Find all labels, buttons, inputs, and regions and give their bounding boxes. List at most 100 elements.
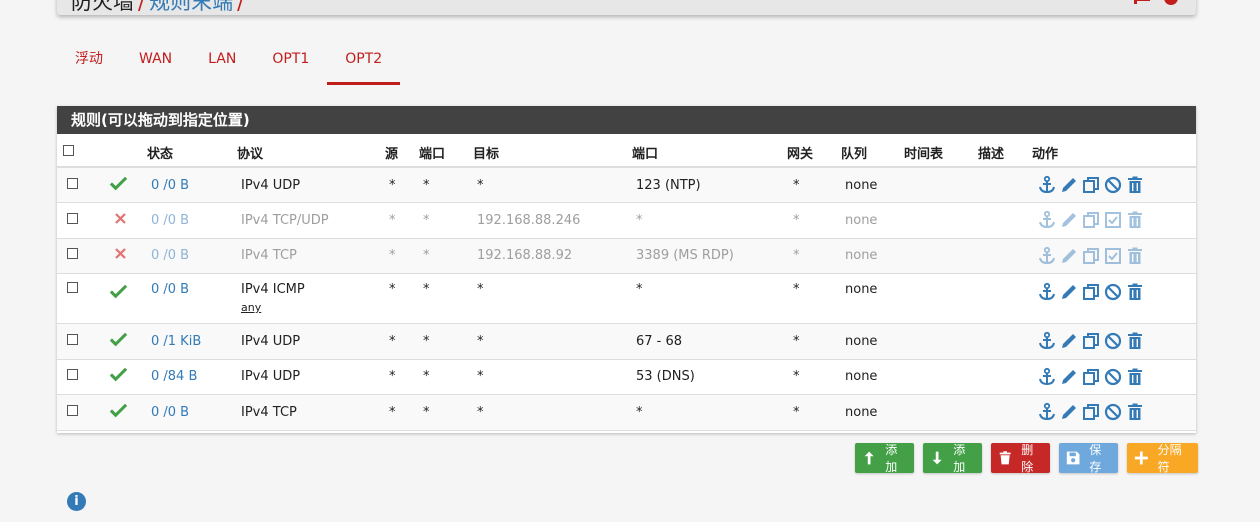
table-row[interactable]: 0 /0 B IPv4 TCP * * * * * none bbox=[57, 394, 1196, 431]
copy-icon[interactable] bbox=[1081, 246, 1101, 266]
row-actions bbox=[1037, 367, 1196, 387]
anchor-icon[interactable] bbox=[1037, 175, 1057, 195]
row-checkbox[interactable] bbox=[67, 212, 78, 224]
pencil-icon[interactable] bbox=[1059, 210, 1079, 230]
states-link[interactable]: 0 /84 B bbox=[151, 369, 197, 384]
copy-icon[interactable] bbox=[1081, 402, 1101, 422]
table-row[interactable]: 0 /1 KiB IPv4 UDP * * * 67 - 68 * none bbox=[57, 323, 1196, 360]
trash-icon[interactable] bbox=[1125, 282, 1145, 302]
pencil-icon[interactable] bbox=[1059, 246, 1079, 266]
gateway-text: * bbox=[793, 282, 800, 297]
tab-wan[interactable]: WAN bbox=[121, 40, 190, 85]
description-cell bbox=[978, 323, 1032, 360]
trash-icon[interactable] bbox=[1125, 175, 1145, 195]
port-text: * bbox=[423, 369, 430, 385]
col-actions: 动作 bbox=[1032, 134, 1196, 168]
anchor-icon[interactable] bbox=[1037, 282, 1057, 302]
row-checkbox[interactable] bbox=[67, 177, 78, 189]
schedule-cell bbox=[904, 273, 978, 324]
col-queue: 队列 bbox=[841, 134, 904, 168]
trash-icon[interactable] bbox=[1125, 210, 1145, 230]
states-link[interactable]: 0 /0 B bbox=[151, 178, 189, 193]
cross-icon bbox=[115, 212, 126, 224]
row-checkbox[interactable] bbox=[67, 282, 78, 293]
queue-text: none bbox=[845, 248, 878, 264]
pencil-icon[interactable] bbox=[1059, 282, 1079, 302]
separator-label: 分隔符 bbox=[1157, 443, 1182, 474]
table-row[interactable]: 0 /0 B IPv4 TCP * * 192.168.88.92 3389 (… bbox=[57, 238, 1196, 274]
trash-icon[interactable] bbox=[1125, 246, 1145, 266]
trash-icon[interactable] bbox=[1125, 331, 1145, 351]
add-top-label: 添加 bbox=[885, 443, 898, 474]
tab-opt2[interactable]: OPT2 bbox=[327, 40, 401, 85]
protocol-text: IPv4 UDP bbox=[241, 369, 301, 385]
source-text: * bbox=[389, 369, 396, 385]
arrow-up-icon bbox=[864, 451, 874, 465]
anchor-icon[interactable] bbox=[1037, 210, 1057, 230]
copy-icon[interactable] bbox=[1081, 282, 1101, 302]
copy-icon[interactable] bbox=[1081, 210, 1101, 230]
pencil-icon[interactable] bbox=[1059, 175, 1079, 195]
queue-text: none bbox=[845, 212, 878, 228]
states-link[interactable]: 0 /1 KiB bbox=[151, 334, 201, 349]
table-row[interactable]: 0 /0 B IPv4 UDP * * * 123 (NTP) * none bbox=[57, 167, 1196, 203]
select-all-checkbox[interactable] bbox=[63, 144, 74, 156]
description-cell bbox=[978, 202, 1032, 239]
states-link[interactable]: 0 /0 B bbox=[151, 248, 189, 263]
disable-icon[interactable] bbox=[1103, 367, 1123, 387]
protocol-text: IPv4 TCP/UDP bbox=[241, 212, 329, 228]
trash-icon[interactable] bbox=[1125, 402, 1145, 422]
tab-lan[interactable]: LAN bbox=[190, 40, 254, 85]
protocol-text: IPv4 UDP bbox=[241, 177, 301, 193]
disable-icon[interactable] bbox=[1103, 331, 1123, 351]
list-icon[interactable] bbox=[1135, 0, 1151, 6]
col-description: 描述 bbox=[978, 134, 1032, 168]
anchor-icon[interactable] bbox=[1037, 331, 1057, 351]
states-link[interactable]: 0 /0 B bbox=[151, 282, 189, 297]
enable-icon[interactable] bbox=[1103, 210, 1123, 230]
pencil-icon[interactable] bbox=[1059, 331, 1079, 351]
schedule-cell bbox=[904, 394, 978, 431]
source-text: * bbox=[389, 248, 396, 264]
info-icon[interactable]: i bbox=[67, 492, 86, 511]
states-link[interactable]: 0 /0 B bbox=[151, 213, 189, 228]
port-text: * bbox=[423, 177, 430, 193]
check-icon bbox=[109, 332, 128, 347]
disable-icon[interactable] bbox=[1103, 402, 1123, 422]
separator-button[interactable]: 分隔符 bbox=[1127, 443, 1198, 474]
anchor-icon[interactable] bbox=[1037, 402, 1057, 422]
states-link[interactable]: 0 /0 B bbox=[151, 405, 189, 420]
pencil-icon[interactable] bbox=[1059, 402, 1079, 422]
pencil-icon[interactable] bbox=[1059, 367, 1079, 387]
enable-icon[interactable] bbox=[1103, 246, 1123, 266]
copy-icon[interactable] bbox=[1081, 367, 1101, 387]
row-checkbox[interactable] bbox=[67, 248, 78, 260]
check-icon bbox=[109, 403, 128, 418]
tab-opt1[interactable]: OPT1 bbox=[254, 40, 327, 85]
row-checkbox[interactable] bbox=[67, 404, 78, 416]
trash-icon[interactable] bbox=[1125, 367, 1145, 387]
plus-icon bbox=[1134, 451, 1148, 465]
add-top-button[interactable]: 添加 bbox=[855, 443, 914, 474]
table-row[interactable]: 0 /84 B IPv4 UDP * * * 53 (DNS) * none bbox=[57, 359, 1196, 395]
anchor-icon[interactable] bbox=[1037, 367, 1057, 387]
row-checkbox[interactable] bbox=[67, 369, 78, 381]
table-row[interactable]: 0 /0 B IPv4 ICMP any * * * * * none bbox=[57, 273, 1196, 324]
trash-icon bbox=[999, 451, 1011, 465]
delete-button[interactable]: 删除 bbox=[991, 443, 1050, 474]
help-icon[interactable] bbox=[1163, 0, 1179, 6]
copy-icon[interactable] bbox=[1081, 331, 1101, 351]
tab-floating[interactable]: 浮动 bbox=[57, 40, 121, 85]
destination-text: * bbox=[477, 369, 484, 385]
disable-icon[interactable] bbox=[1103, 175, 1123, 195]
table-row[interactable]: 0 /0 B IPv4 TCP/UDP * * 192.168.88.246 *… bbox=[57, 202, 1196, 239]
anchor-icon[interactable] bbox=[1037, 246, 1057, 266]
save-button[interactable]: 保存 bbox=[1059, 443, 1118, 474]
row-checkbox[interactable] bbox=[67, 333, 78, 345]
disable-icon[interactable] bbox=[1103, 282, 1123, 302]
copy-icon[interactable] bbox=[1081, 175, 1101, 195]
breadcrumb-child-link[interactable]: 规则末端 bbox=[149, 0, 233, 14]
schedule-cell bbox=[904, 202, 978, 239]
add-bottom-button[interactable]: 添加 bbox=[923, 443, 982, 474]
destination-text: 192.168.88.246 bbox=[477, 212, 581, 228]
